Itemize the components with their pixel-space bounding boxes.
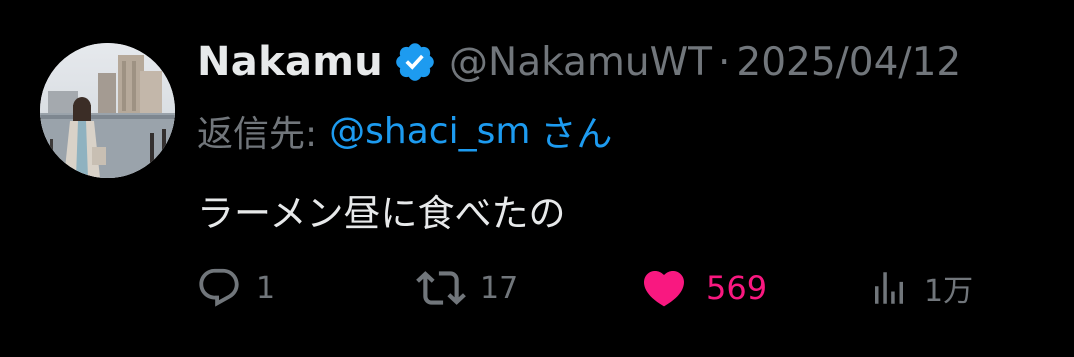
reply-icon [196,265,242,311]
like-button[interactable]: 569 [640,260,767,316]
tweet-header: Nakamu @NakamuWT · 2025/04/12 [197,34,961,90]
reply-suffix: さん [540,114,613,155]
avatar[interactable] [40,43,175,178]
author-handle[interactable]: @NakamuWT [449,40,712,85]
views-button[interactable]: 1万 [868,260,973,316]
verified-badge-icon [393,40,437,84]
views-count: 1万 [924,274,974,309]
reply-prefix: 返信先: [197,114,318,155]
views-icon [868,267,910,309]
retweet-icon [416,263,466,313]
reply-to-user-link[interactable]: @shaci_sm [329,111,530,152]
retweet-count: 17 [480,270,519,306]
separator-dot: · [718,39,731,85]
reply-count: 1 [256,270,276,306]
retweet-button[interactable]: 17 [416,260,518,316]
author-display-name[interactable]: Nakamu [197,39,383,85]
like-count: 569 [706,269,768,307]
reply-context: 返信先: @shaci_sm さん [197,103,612,159]
heart-icon [640,264,688,312]
action-bar: 1 17 569 1万 [0,260,1074,316]
tweet-date[interactable]: 2025/04/12 [736,40,961,85]
reply-button[interactable]: 1 [196,260,275,316]
tweet-text: ラーメン昼に食べたの [197,192,566,235]
